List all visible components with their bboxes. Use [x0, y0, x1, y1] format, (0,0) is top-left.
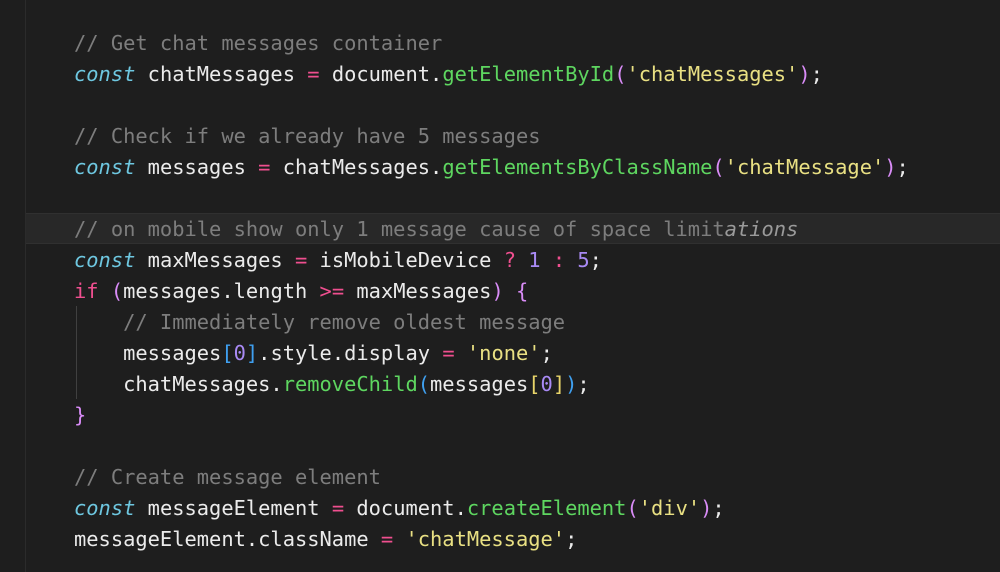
code-token: ) — [884, 155, 897, 179]
code-token: 'chatMessages' — [626, 62, 799, 86]
code-token: } — [74, 403, 87, 427]
code-token: = — [380, 527, 394, 551]
code-line[interactable]: // on mobile show only 1 message cause o… — [74, 214, 994, 245]
code-token: ; — [896, 155, 909, 179]
code-token: // Get chat messages container — [74, 31, 443, 55]
editor-gutter — [0, 0, 26, 572]
code-token: = — [331, 496, 345, 520]
code-token: isMobileDevice — [307, 248, 504, 272]
code-line[interactable]: // Immediately remove oldest message — [74, 307, 994, 338]
code-token: messageElement.className — [74, 527, 381, 551]
code-token: // on mobile show only 1 message cause o… — [74, 217, 725, 241]
code-token: ( — [712, 155, 725, 179]
code-token: // Check if we already have 5 messages — [74, 124, 541, 148]
code-token: : — [552, 248, 566, 272]
code-line[interactable]: ​ — [74, 90, 994, 121]
code-token: maxMessages — [344, 279, 492, 303]
code-token: removeChild — [282, 372, 418, 396]
code-editor[interactable]: // Get chat messages container const chat… — [0, 0, 1000, 572]
code-token: ( — [417, 372, 431, 396]
code-token: const — [74, 248, 136, 272]
code-token: = — [258, 155, 271, 179]
code-token: const — [74, 496, 136, 520]
code-token: { — [516, 279, 529, 303]
code-line[interactable]: ​ — [74, 431, 994, 462]
code-token: 0 — [233, 341, 246, 365]
code-line[interactable]: if (messages.length >= maxMessages) { — [74, 276, 994, 307]
code-token: maxMessages — [135, 248, 295, 272]
code-token: = — [294, 248, 308, 272]
code-token: ( — [614, 62, 627, 86]
code-token: getElementById — [442, 62, 615, 86]
code-line[interactable]: const chatMessages = document.getElement… — [74, 59, 994, 90]
code-token: ) — [798, 62, 811, 86]
code-token: messages.length — [123, 279, 320, 303]
code-token: messages — [430, 372, 529, 396]
code-token: messages — [135, 155, 259, 179]
code-token: = — [307, 62, 320, 86]
code-token: createElement — [466, 496, 627, 520]
code-token: >= — [319, 279, 345, 303]
code-line[interactable]: chatMessages.removeChild(messages[0]); — [74, 369, 994, 400]
code-token: const — [74, 62, 136, 86]
code-token: chatMessages. — [270, 155, 443, 179]
code-token: ; — [712, 496, 725, 520]
code-token: ; — [589, 248, 602, 272]
code-token: .style.display — [258, 341, 443, 365]
code-token: 1 — [528, 248, 541, 272]
code-line[interactable]: const maxMessages = isMobileDevice ? 1 :… — [74, 245, 994, 276]
code-line[interactable]: // Create message element — [74, 462, 994, 493]
code-token: 0 — [540, 372, 553, 396]
code-token: 'chatMessage' — [405, 527, 566, 551]
code-token: 'div' — [638, 496, 701, 520]
code-token: ) — [491, 279, 504, 303]
code-token: if — [74, 279, 99, 303]
code-token: messages — [74, 341, 222, 365]
code-token: 'none' — [466, 341, 541, 365]
code-token: messageElement — [135, 496, 332, 520]
code-line[interactable]: // Check if we already have 5 messages — [74, 121, 994, 152]
code-token: ] — [245, 341, 259, 365]
code-token: ) — [700, 496, 713, 520]
code-line[interactable]: // Get chat messages container — [74, 28, 994, 59]
code-line[interactable]: } — [74, 400, 994, 431]
code-token: document. — [319, 62, 443, 86]
code-token: ; — [810, 62, 823, 86]
code-token: ; — [540, 341, 553, 365]
code-line[interactable]: messages[0].style.display = 'none'; — [74, 338, 994, 369]
code-token: // Immediately remove oldest message — [74, 310, 566, 334]
code-token: [ — [528, 372, 541, 396]
code-token: chatMessages. — [74, 372, 283, 396]
code-line[interactable]: const messageElement = document.createEl… — [74, 493, 994, 524]
code-token: const — [74, 155, 136, 179]
code-line[interactable]: ​ — [74, 183, 994, 214]
code-token: ( — [110, 279, 124, 303]
code-token: ] — [552, 372, 566, 396]
code-token: ; — [577, 372, 590, 396]
code-token: getElementsByClassName — [442, 155, 713, 179]
code-token: ? — [503, 248, 516, 272]
code-token: ( — [626, 496, 639, 520]
code-area[interactable]: // Get chat messages container const chat… — [74, 28, 994, 555]
code-line[interactable]: const messages = chatMessages.getElement… — [74, 152, 994, 183]
code-token: = — [442, 341, 455, 365]
code-token: chatMessages — [135, 62, 308, 86]
code-token: [ — [221, 341, 234, 365]
code-token: ) — [565, 372, 578, 396]
code-token: document. — [344, 496, 467, 520]
code-token: // Create message element — [74, 465, 381, 489]
code-token: 'chatMessage' — [724, 155, 885, 179]
code-line[interactable]: messageElement.className = 'chatMessage'… — [74, 524, 994, 555]
code-token: ; — [565, 527, 578, 551]
code-token: ations — [724, 217, 799, 241]
code-token: 5 — [577, 248, 590, 272]
